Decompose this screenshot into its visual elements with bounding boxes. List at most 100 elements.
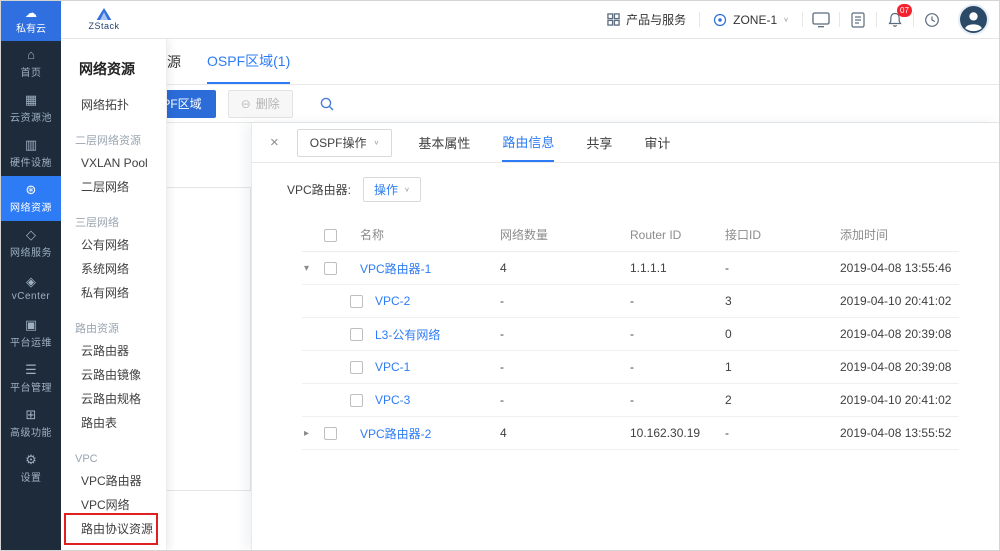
submenu-item-l2-network[interactable]: 二层网络 bbox=[61, 175, 166, 199]
table-row[interactable]: VPC-3 - - 2 2019-04-10 20:41:02 bbox=[302, 384, 959, 417]
chevron-down-icon: ∨ bbox=[783, 16, 789, 23]
minus-circle-icon: ⊖ bbox=[241, 97, 251, 111]
sidebar-item-vcenter[interactable]: ◈ vCenter bbox=[1, 266, 61, 311]
zone-icon bbox=[713, 13, 727, 27]
tab-audit[interactable]: 审计 bbox=[644, 123, 670, 162]
submenu-item-private-network[interactable]: 私有网络 bbox=[61, 281, 166, 305]
user-avatar[interactable] bbox=[960, 6, 987, 33]
ospf-actions-button[interactable]: OSPF操作 ∨ bbox=[297, 129, 393, 157]
network-services-icon: ◇ bbox=[26, 228, 36, 241]
submenu-item-route-table[interactable]: 路由表 bbox=[61, 411, 166, 435]
submenu-item-cloud-router[interactable]: 云路由器 bbox=[61, 339, 166, 363]
notifications-button[interactable]: 07 bbox=[877, 1, 913, 39]
table-row[interactable]: ▾ VPC路由器-1 4 1.1.1.1 - 2019-04-08 13:55:… bbox=[302, 252, 959, 285]
expand-icon[interactable]: ▸ bbox=[304, 428, 309, 439]
advanced-features-icon: ⊞ bbox=[26, 408, 37, 421]
page-tab-bar: 路由协议资源 OSPF区域(1) bbox=[61, 39, 999, 85]
submenu-group-route-header: 路由资源 bbox=[61, 319, 166, 339]
sidebar-item-platform-mgmt[interactable]: ☰ 平台管理 bbox=[1, 356, 61, 401]
submenu-item-vpc-network[interactable]: VPC网络 bbox=[61, 493, 166, 517]
zstack-logo-icon bbox=[96, 8, 112, 20]
sidebar-item-home[interactable]: ⌂ 首页 bbox=[1, 41, 61, 86]
vpc-router-label: VPC路由器: bbox=[287, 181, 351, 198]
column-header-added-time: 添加时间 bbox=[840, 226, 959, 243]
row-router-id: - bbox=[630, 294, 725, 308]
row-name-link[interactable]: VPC-1 bbox=[360, 360, 500, 374]
sidebar-item-cloud-pool[interactable]: ▦ 云资源池 bbox=[1, 86, 61, 131]
zstack-logo[interactable]: ZStack bbox=[61, 8, 147, 31]
history-button[interactable] bbox=[914, 1, 950, 39]
table-header-row: 名称 网络数量 Router ID 接口ID 添加时间 bbox=[302, 218, 959, 252]
submenu-item-vxlan-pool[interactable]: VXLAN Pool bbox=[61, 151, 166, 175]
main-content: 路由协议资源 OSPF区域(1) 创建OSPF区域 ⊖ 删除 × OSPF操作 … bbox=[61, 39, 999, 550]
notification-badge: 07 bbox=[897, 4, 912, 17]
row-added-time: 2019-04-08 13:55:46 bbox=[840, 261, 959, 275]
table-row[interactable]: VPC-1 - - 1 2019-04-08 20:39:08 bbox=[302, 351, 959, 384]
sidebar-item-platform-ops[interactable]: ▣ 平台运维 bbox=[1, 311, 61, 356]
sidebar-item-settings[interactable]: ⚙ 设置 bbox=[1, 446, 61, 491]
row-networks: - bbox=[500, 393, 630, 407]
row-name-link[interactable]: VPC-2 bbox=[360, 294, 500, 308]
submenu-group-vpc-header: VPC bbox=[61, 449, 166, 469]
tab-routing-info[interactable]: 路由信息 bbox=[502, 123, 554, 162]
close-icon[interactable]: × bbox=[270, 123, 279, 162]
avatar-icon bbox=[960, 6, 987, 33]
tab-basic-properties[interactable]: 基本属性 bbox=[418, 123, 470, 162]
column-header-name: 名称 bbox=[360, 226, 500, 243]
vpc-router-row: VPC路由器: 操作 ∨ bbox=[287, 177, 959, 202]
collapse-icon[interactable]: ▾ bbox=[304, 263, 309, 274]
submenu-item-cloud-router-spec[interactable]: 云路由规格 bbox=[61, 387, 166, 411]
table-row[interactable]: ▸ VPC路由器-2 4 10.162.30.19 - 2019-04-08 1… bbox=[302, 417, 959, 450]
private-cloud-header[interactable]: ☁ 私有云 bbox=[1, 1, 61, 41]
sidebar-item-network-resources[interactable]: ⊛ 网络资源 bbox=[1, 176, 61, 221]
submenu-item-routing-protocol-resource[interactable]: 路由协议资源 bbox=[61, 517, 166, 541]
tab-ospf-area[interactable]: OSPF区域(1) bbox=[207, 39, 290, 84]
submenu-item-network-topology[interactable]: 网络拓扑 bbox=[61, 93, 166, 117]
search-icon bbox=[319, 96, 335, 112]
chevron-down-icon: ∨ bbox=[404, 186, 410, 193]
network-resources-icon: ⊛ bbox=[26, 183, 37, 196]
private-cloud-label: 私有云 bbox=[16, 20, 46, 35]
submenu-item-public-network[interactable]: 公有网络 bbox=[61, 233, 166, 257]
row-networks: - bbox=[500, 360, 630, 374]
row-name-link[interactable]: VPC路由器-2 bbox=[360, 425, 500, 442]
row-name-link[interactable]: L3-公有网络 bbox=[360, 326, 500, 343]
vpc-actions-button[interactable]: 操作 ∨ bbox=[363, 177, 421, 202]
delete-button[interactable]: ⊖ 删除 bbox=[228, 90, 293, 118]
table-row[interactable]: VPC-2 - - 3 2019-04-10 20:41:02 bbox=[302, 285, 959, 318]
primary-sidebar: ☁ 私有云 ⌂ 首页 ▦ 云资源池 ▥ 硬件设施 ⊛ 网络资源 ◇ 网络服务 ◈… bbox=[1, 1, 61, 550]
row-router-id: - bbox=[630, 327, 725, 341]
console-button[interactable] bbox=[803, 1, 839, 39]
row-checkbox[interactable] bbox=[324, 262, 337, 275]
search-button[interactable] bbox=[313, 90, 341, 118]
submenu-title: 网络资源 bbox=[61, 47, 166, 93]
select-all-checkbox[interactable] bbox=[324, 229, 337, 242]
submenu-item-cloud-router-image[interactable]: 云路由镜像 bbox=[61, 363, 166, 387]
zone-selector[interactable]: ZONE-1 ∨ bbox=[700, 1, 802, 39]
grid-icon bbox=[607, 13, 620, 26]
submenu-item-vpc-router[interactable]: VPC路由器 bbox=[61, 469, 166, 493]
submenu-group-l2-header: 二层网络资源 bbox=[61, 131, 166, 151]
tab-share[interactable]: 共享 bbox=[586, 123, 612, 162]
detail-tab-bar: 基本属性 路由信息 共享 审计 bbox=[418, 123, 670, 162]
row-router-id: 1.1.1.1 bbox=[630, 261, 725, 275]
row-name-link[interactable]: VPC-3 bbox=[360, 393, 500, 407]
sidebar-item-hardware[interactable]: ▥ 硬件设施 bbox=[1, 131, 61, 176]
chevron-down-icon: ∨ bbox=[373, 139, 379, 146]
row-networks: 4 bbox=[500, 426, 630, 440]
zstack-logo-text: ZStack bbox=[88, 21, 119, 31]
table-row[interactable]: L3-公有网络 - - 0 2019-04-08 20:39:08 bbox=[302, 318, 959, 351]
row-added-time: 2019-04-10 20:41:02 bbox=[840, 393, 959, 407]
row-networks: - bbox=[500, 294, 630, 308]
row-name-link[interactable]: VPC路由器-1 bbox=[360, 260, 500, 277]
monitor-icon bbox=[812, 12, 830, 28]
row-checkbox[interactable] bbox=[324, 427, 337, 440]
sidebar-item-advanced[interactable]: ⊞ 高级功能 bbox=[1, 401, 61, 446]
products-services-menu[interactable]: 产品与服务 bbox=[594, 1, 699, 39]
submenu-item-system-network[interactable]: 系统网络 bbox=[61, 257, 166, 281]
settings-icon: ⚙ bbox=[25, 453, 37, 466]
platform-mgmt-icon: ☰ bbox=[25, 363, 37, 376]
detail-panel: × OSPF操作 ∨ 基本属性 路由信息 共享 审计 VPC路由器: 操作 bbox=[251, 123, 999, 550]
logs-button[interactable] bbox=[840, 1, 876, 39]
sidebar-item-network-services[interactable]: ◇ 网络服务 bbox=[1, 221, 61, 266]
